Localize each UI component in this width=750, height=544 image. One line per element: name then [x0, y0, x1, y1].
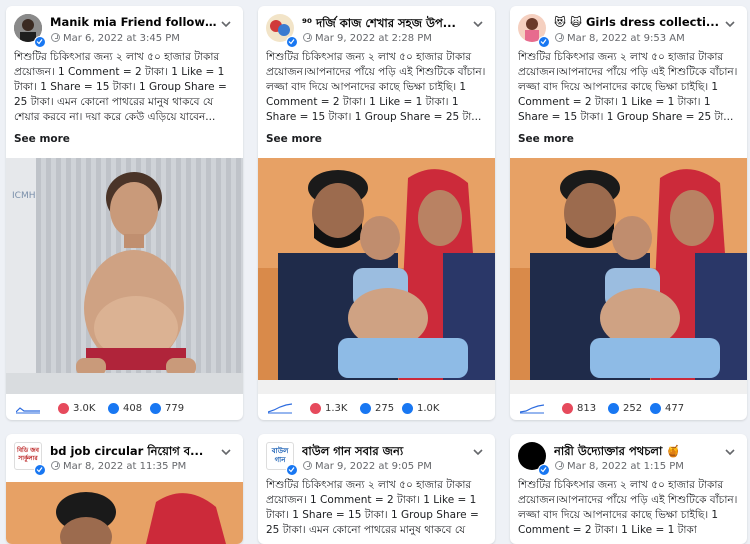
post-text: শিশুটির চিকিৎসার জন্য ২ লাখ ৫০ হাজার টাক… — [266, 51, 486, 123]
author-name[interactable]: 😻 🙀 Girls dress collecti... — [554, 15, 724, 29]
see-more-link[interactable]: See more — [266, 133, 322, 145]
shares-count[interactable]: 1.0K — [402, 403, 439, 414]
author-name[interactable]: নারী উদ্যোক্তার পথচলা 🍯 — [554, 443, 724, 462]
page-badge-icon — [286, 464, 298, 476]
clock-icon — [555, 461, 564, 470]
share-icon — [650, 403, 661, 414]
post-date: Mar 8, 2022 at 1:15 PM — [567, 461, 684, 472]
comments-value: 252 — [623, 403, 643, 414]
author-name[interactable]: bd job circular নিয়োগ ব... — [50, 443, 220, 462]
reactions-value: 3.0K — [73, 403, 96, 414]
comments-count[interactable]: 408 — [108, 403, 142, 414]
post-timestamp[interactable]: Mar 8, 2022 at 1:15 PM — [555, 461, 684, 472]
post-header: নারী উদ্যোক্তার পথচলা 🍯 Mar 8, 2022 at 1… — [518, 442, 739, 478]
avatar-logo-text: বিডি জব সার্কুলার — [17, 447, 39, 462]
reactions-value: 813 — [577, 403, 597, 414]
trend-sparkline-icon — [268, 403, 292, 414]
post-text: শিশুটির চিকিৎসার জন্য ২ লাখ ৫০ হাজার টাক… — [266, 479, 479, 536]
clock-icon — [51, 33, 60, 42]
svg-text:ICMH: ICMH — [12, 191, 35, 201]
post-timestamp[interactable]: Mar 9, 2022 at 2:28 PM — [303, 33, 432, 44]
post-date: Mar 8, 2022 at 9:53 AM — [567, 33, 685, 44]
reactions-count[interactable]: 813 — [562, 403, 596, 414]
page-badge-icon — [34, 36, 46, 48]
clock-icon — [555, 33, 564, 42]
comment-icon — [108, 403, 119, 414]
clock-icon — [51, 461, 60, 470]
post-card[interactable]: ⁹⁰ দর্জি কাজ শেখার সহজ উপ... Mar 9, 2022… — [258, 6, 495, 420]
trend-sparkline-icon — [16, 407, 40, 414]
post-header: ⁹⁰ দর্জি কাজ শেখার সহজ উপ... Mar 9, 2022… — [266, 14, 487, 50]
post-card[interactable]: Manik mia Friend followe... Mar 6, 2022 … — [6, 6, 243, 420]
post-card[interactable]: বিডি জব সার্কুলার bd job circular নিয়োগ… — [6, 434, 243, 544]
reaction-icon — [310, 403, 321, 414]
chevron-down-icon[interactable] — [219, 444, 233, 458]
clock-icon — [303, 461, 312, 470]
post-card[interactable]: নারী উদ্যোক্তার পথচলা 🍯 Mar 8, 2022 at 1… — [510, 434, 747, 544]
post-text: শিশুটির চিকিৎসার জন্য ২ লাখ ৫০ হাজার টাক… — [518, 51, 738, 123]
post-header: বাউল গান বাউল গান সবার জন্য Mar 9, 2022 … — [266, 442, 487, 478]
post-timestamp[interactable]: Mar 8, 2022 at 9:53 AM — [555, 33, 685, 44]
shares-value: 1.0K — [417, 403, 440, 414]
see-more-link[interactable]: See more — [518, 133, 574, 145]
post-timestamp[interactable]: Mar 9, 2022 at 9:05 PM — [303, 461, 432, 472]
reaction-icon — [562, 403, 573, 414]
clock-icon — [303, 33, 312, 42]
post-card[interactable]: 😻 🙀 Girls dress collecti... Mar 8, 2022 … — [510, 6, 747, 420]
post-stats: 813 252 477 — [518, 394, 739, 420]
shares-count[interactable]: 477 — [650, 403, 684, 414]
reactions-count[interactable]: 3.0K — [58, 403, 95, 414]
post-image[interactable] — [510, 158, 747, 394]
share-icon — [150, 403, 161, 414]
page-badge-icon — [34, 464, 46, 476]
author-name[interactable]: ⁹⁰ দর্জি কাজ শেখার সহজ উপ... — [302, 15, 472, 34]
comments-value: 408 — [123, 403, 143, 414]
page-badge-icon — [538, 36, 550, 48]
see-more-link[interactable]: See more — [14, 133, 70, 145]
reactions-count[interactable]: 1.3K — [310, 403, 347, 414]
shares-count[interactable]: 779 — [150, 403, 184, 414]
shares-value: 779 — [165, 403, 185, 414]
comment-icon — [360, 403, 371, 414]
post-stats: 1.3K 275 1.0K — [266, 394, 487, 420]
post-header: 😻 🙀 Girls dress collecti... Mar 8, 2022 … — [518, 14, 739, 50]
post-header: বিডি জব সার্কুলার bd job circular নিয়োগ… — [14, 442, 235, 478]
post-text: শিশুটির চিকিৎসার জন্য ২ লাখ ৫০ হাজার টাক… — [14, 51, 227, 123]
comments-count[interactable]: 275 — [360, 403, 394, 414]
trend-sparkline-icon — [520, 404, 544, 414]
post-text: শিশুটির চিকিৎসার জন্য ২ লাখ ৫০ হাজার টাক… — [518, 479, 738, 536]
post-date: Mar 6, 2022 at 3:45 PM — [63, 33, 180, 44]
comment-icon — [608, 403, 619, 414]
avatar-logo-text: বাউল গান — [271, 447, 289, 464]
reactions-value: 1.3K — [325, 403, 348, 414]
reaction-icon — [58, 403, 69, 414]
post-date: Mar 8, 2022 at 11:35 PM — [63, 461, 187, 472]
post-image[interactable]: ICMH — [6, 158, 243, 394]
page-badge-icon — [286, 36, 298, 48]
author-name[interactable]: বাউল গান সবার জন্য — [302, 443, 472, 462]
comments-count[interactable]: 252 — [608, 403, 642, 414]
author-name[interactable]: Manik mia Friend followe... — [50, 15, 220, 29]
post-image[interactable] — [258, 158, 495, 394]
share-icon — [402, 403, 413, 414]
chevron-down-icon[interactable] — [471, 16, 485, 30]
page-badge-icon — [538, 464, 550, 476]
post-date: Mar 9, 2022 at 2:28 PM — [315, 33, 432, 44]
post-header: Manik mia Friend followe... Mar 6, 2022 … — [14, 14, 235, 50]
post-date: Mar 9, 2022 at 9:05 PM — [315, 461, 432, 472]
post-stats: 3.0K 408 779 — [14, 394, 235, 420]
chevron-down-icon[interactable] — [723, 444, 737, 458]
post-timestamp[interactable]: Mar 6, 2022 at 3:45 PM — [51, 33, 180, 44]
chevron-down-icon[interactable] — [219, 16, 233, 30]
chevron-down-icon[interactable] — [723, 16, 737, 30]
post-timestamp[interactable]: Mar 8, 2022 at 11:35 PM — [51, 461, 186, 472]
shares-value: 477 — [665, 403, 685, 414]
post-card[interactable]: বাউল গান বাউল গান সবার জন্য Mar 9, 2022 … — [258, 434, 495, 544]
chevron-down-icon[interactable] — [471, 444, 485, 458]
comments-value: 275 — [375, 403, 395, 414]
